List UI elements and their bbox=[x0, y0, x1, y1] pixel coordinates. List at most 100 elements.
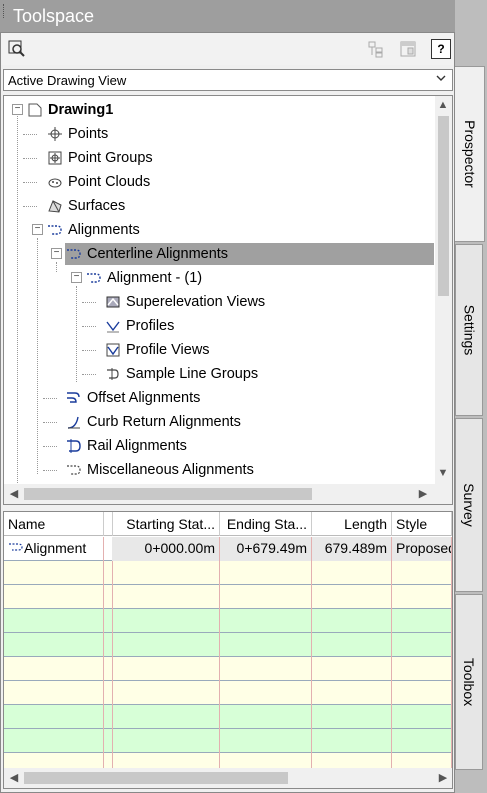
grid-horizontal-scrollbar[interactable]: ◀ ▶ bbox=[4, 768, 452, 788]
table-cell bbox=[4, 633, 104, 657]
collapse-toggle-alignment1[interactable]: − bbox=[71, 272, 82, 283]
column-header-end-station[interactable]: Ending Sta... bbox=[220, 512, 312, 536]
tab-settings[interactable]: Settings bbox=[455, 244, 483, 416]
point-cloud-icon bbox=[46, 173, 64, 191]
tree-item-drawing[interactable]: Drawing1 bbox=[26, 99, 113, 121]
tree-item-surfaces[interactable]: Surfaces bbox=[46, 195, 125, 217]
table-cell bbox=[312, 729, 392, 753]
title-bar[interactable]: Toolspace bbox=[0, 0, 455, 32]
tab-prospector[interactable]: Prospector bbox=[455, 66, 485, 242]
scroll-right-arrow[interactable]: ▶ bbox=[416, 487, 430, 501]
table-cell bbox=[4, 657, 104, 681]
table-cell bbox=[112, 561, 220, 585]
tree-item-offset-alignments[interactable]: Offset Alignments bbox=[65, 387, 200, 409]
table-cell bbox=[392, 657, 452, 681]
scroll-thumb[interactable] bbox=[24, 772, 288, 784]
table-cell bbox=[4, 585, 104, 609]
table-cell bbox=[220, 705, 312, 729]
collapse-toggle-alignments[interactable]: − bbox=[32, 224, 43, 235]
view-dropdown[interactable]: Active Drawing View bbox=[3, 69, 453, 91]
table-cell bbox=[112, 585, 220, 609]
tree-item-curb-return-alignments[interactable]: Curb Return Alignments bbox=[65, 411, 241, 433]
table-row[interactable] bbox=[4, 681, 452, 705]
table-cell bbox=[4, 609, 104, 633]
table-cell bbox=[392, 705, 452, 729]
cell-start-station[interactable]: 0+000.00m bbox=[112, 537, 220, 561]
drag-grip[interactable] bbox=[3, 4, 6, 18]
table-row[interactable] bbox=[4, 657, 452, 681]
tree-item-sample-line-groups[interactable]: Sample Line Groups bbox=[104, 363, 258, 385]
tree-item-points[interactable]: Points bbox=[46, 123, 108, 145]
view-dropdown-value: Active Drawing View bbox=[8, 73, 127, 88]
table-row[interactable] bbox=[4, 585, 452, 609]
column-header-start-station[interactable]: Starting Stat... bbox=[112, 512, 220, 536]
scroll-down-arrow[interactable]: ▼ bbox=[436, 466, 450, 480]
scroll-up-arrow[interactable]: ▲ bbox=[436, 98, 450, 112]
toolspace-window: Toolspace ? Active Drawing View − − − − … bbox=[0, 0, 487, 793]
prospector-tree: − − − − Drawing1 Points Point Groups Poi… bbox=[3, 95, 453, 505]
item-view-grid: Name Starting Stat... Ending Sta... Leng… bbox=[3, 511, 453, 789]
tree-item-superelevation-views[interactable]: Superelevation Views bbox=[104, 291, 265, 313]
column-header-name[interactable]: Name bbox=[4, 512, 104, 536]
panel-icon[interactable] bbox=[398, 39, 418, 59]
table-cell bbox=[220, 609, 312, 633]
scroll-thumb[interactable] bbox=[24, 488, 312, 500]
search-icon[interactable] bbox=[7, 39, 27, 59]
surface-icon bbox=[46, 197, 64, 215]
table-cell bbox=[112, 657, 220, 681]
alignment-icon bbox=[65, 245, 83, 263]
collapse-toggle-centerline[interactable]: − bbox=[51, 248, 62, 259]
cell-end-station[interactable]: 0+679.49m bbox=[220, 537, 312, 561]
tree-item-centerline-alignments[interactable]: Centerline Alignments bbox=[65, 243, 434, 265]
offset-alignment-icon bbox=[65, 389, 83, 407]
tree-item-point-groups[interactable]: Point Groups bbox=[46, 147, 153, 169]
scroll-right-arrow[interactable]: ▶ bbox=[436, 771, 450, 785]
chevron-down-icon bbox=[436, 75, 446, 81]
grid-header: Name Starting Stat... Ending Sta... Leng… bbox=[4, 512, 452, 536]
table-cell bbox=[312, 561, 392, 585]
table-row[interactable]: Alignment 0+000.00m 0+679.49m 679.489m P… bbox=[4, 537, 452, 561]
table-row[interactable] bbox=[4, 729, 452, 753]
table-cell bbox=[220, 585, 312, 609]
tree-vertical-scrollbar[interactable]: ▲ ▼ bbox=[435, 96, 452, 484]
column-header-style[interactable]: Style bbox=[392, 512, 452, 536]
item-view-icon[interactable] bbox=[366, 39, 386, 59]
tree-item-profiles[interactable]: Profiles bbox=[104, 315, 174, 337]
table-cell bbox=[312, 609, 392, 633]
tab-survey[interactable]: Survey bbox=[455, 418, 483, 592]
tree-item-rail-alignments[interactable]: Rail Alignments bbox=[65, 435, 187, 457]
toolbar: ? bbox=[1, 33, 454, 65]
table-cell bbox=[4, 681, 104, 705]
scroll-left-arrow[interactable]: ◀ bbox=[7, 487, 21, 501]
alignment-icon bbox=[46, 221, 64, 239]
tree-item-alignments[interactable]: Alignments bbox=[46, 219, 140, 241]
table-cell bbox=[220, 633, 312, 657]
table-cell bbox=[4, 729, 104, 753]
collapse-toggle-drawing[interactable]: − bbox=[12, 104, 23, 115]
point-groups-icon bbox=[46, 149, 64, 167]
scroll-thumb[interactable] bbox=[438, 116, 449, 296]
table-row[interactable] bbox=[4, 561, 452, 585]
cell-length[interactable]: 679.489m bbox=[312, 537, 392, 561]
table-cell bbox=[312, 585, 392, 609]
cell-style[interactable]: Proposed bbox=[392, 537, 452, 561]
profile-icon bbox=[104, 317, 122, 335]
tree-item-alignment-1[interactable]: Alignment - (1) bbox=[85, 267, 202, 289]
tree-item-profile-views[interactable]: Profile Views bbox=[104, 339, 210, 361]
superelevation-icon bbox=[104, 293, 122, 311]
table-row[interactable] bbox=[4, 705, 452, 729]
table-cell bbox=[4, 705, 104, 729]
help-icon[interactable]: ? bbox=[431, 39, 451, 59]
tree-horizontal-scrollbar[interactable]: ◀ ▶ bbox=[4, 484, 452, 504]
table-cell bbox=[392, 609, 452, 633]
scroll-left-arrow[interactable]: ◀ bbox=[7, 771, 21, 785]
table-cell bbox=[220, 657, 312, 681]
column-header-length[interactable]: Length bbox=[312, 512, 392, 536]
tree-item-point-clouds[interactable]: Point Clouds bbox=[46, 171, 150, 193]
tab-toolbox[interactable]: Toolbox bbox=[455, 594, 483, 770]
tree-item-misc-alignments[interactable]: Miscellaneous Alignments bbox=[65, 459, 254, 481]
table-row[interactable] bbox=[4, 609, 452, 633]
curb-return-icon bbox=[65, 413, 83, 431]
table-cell bbox=[220, 729, 312, 753]
table-row[interactable] bbox=[4, 633, 452, 657]
